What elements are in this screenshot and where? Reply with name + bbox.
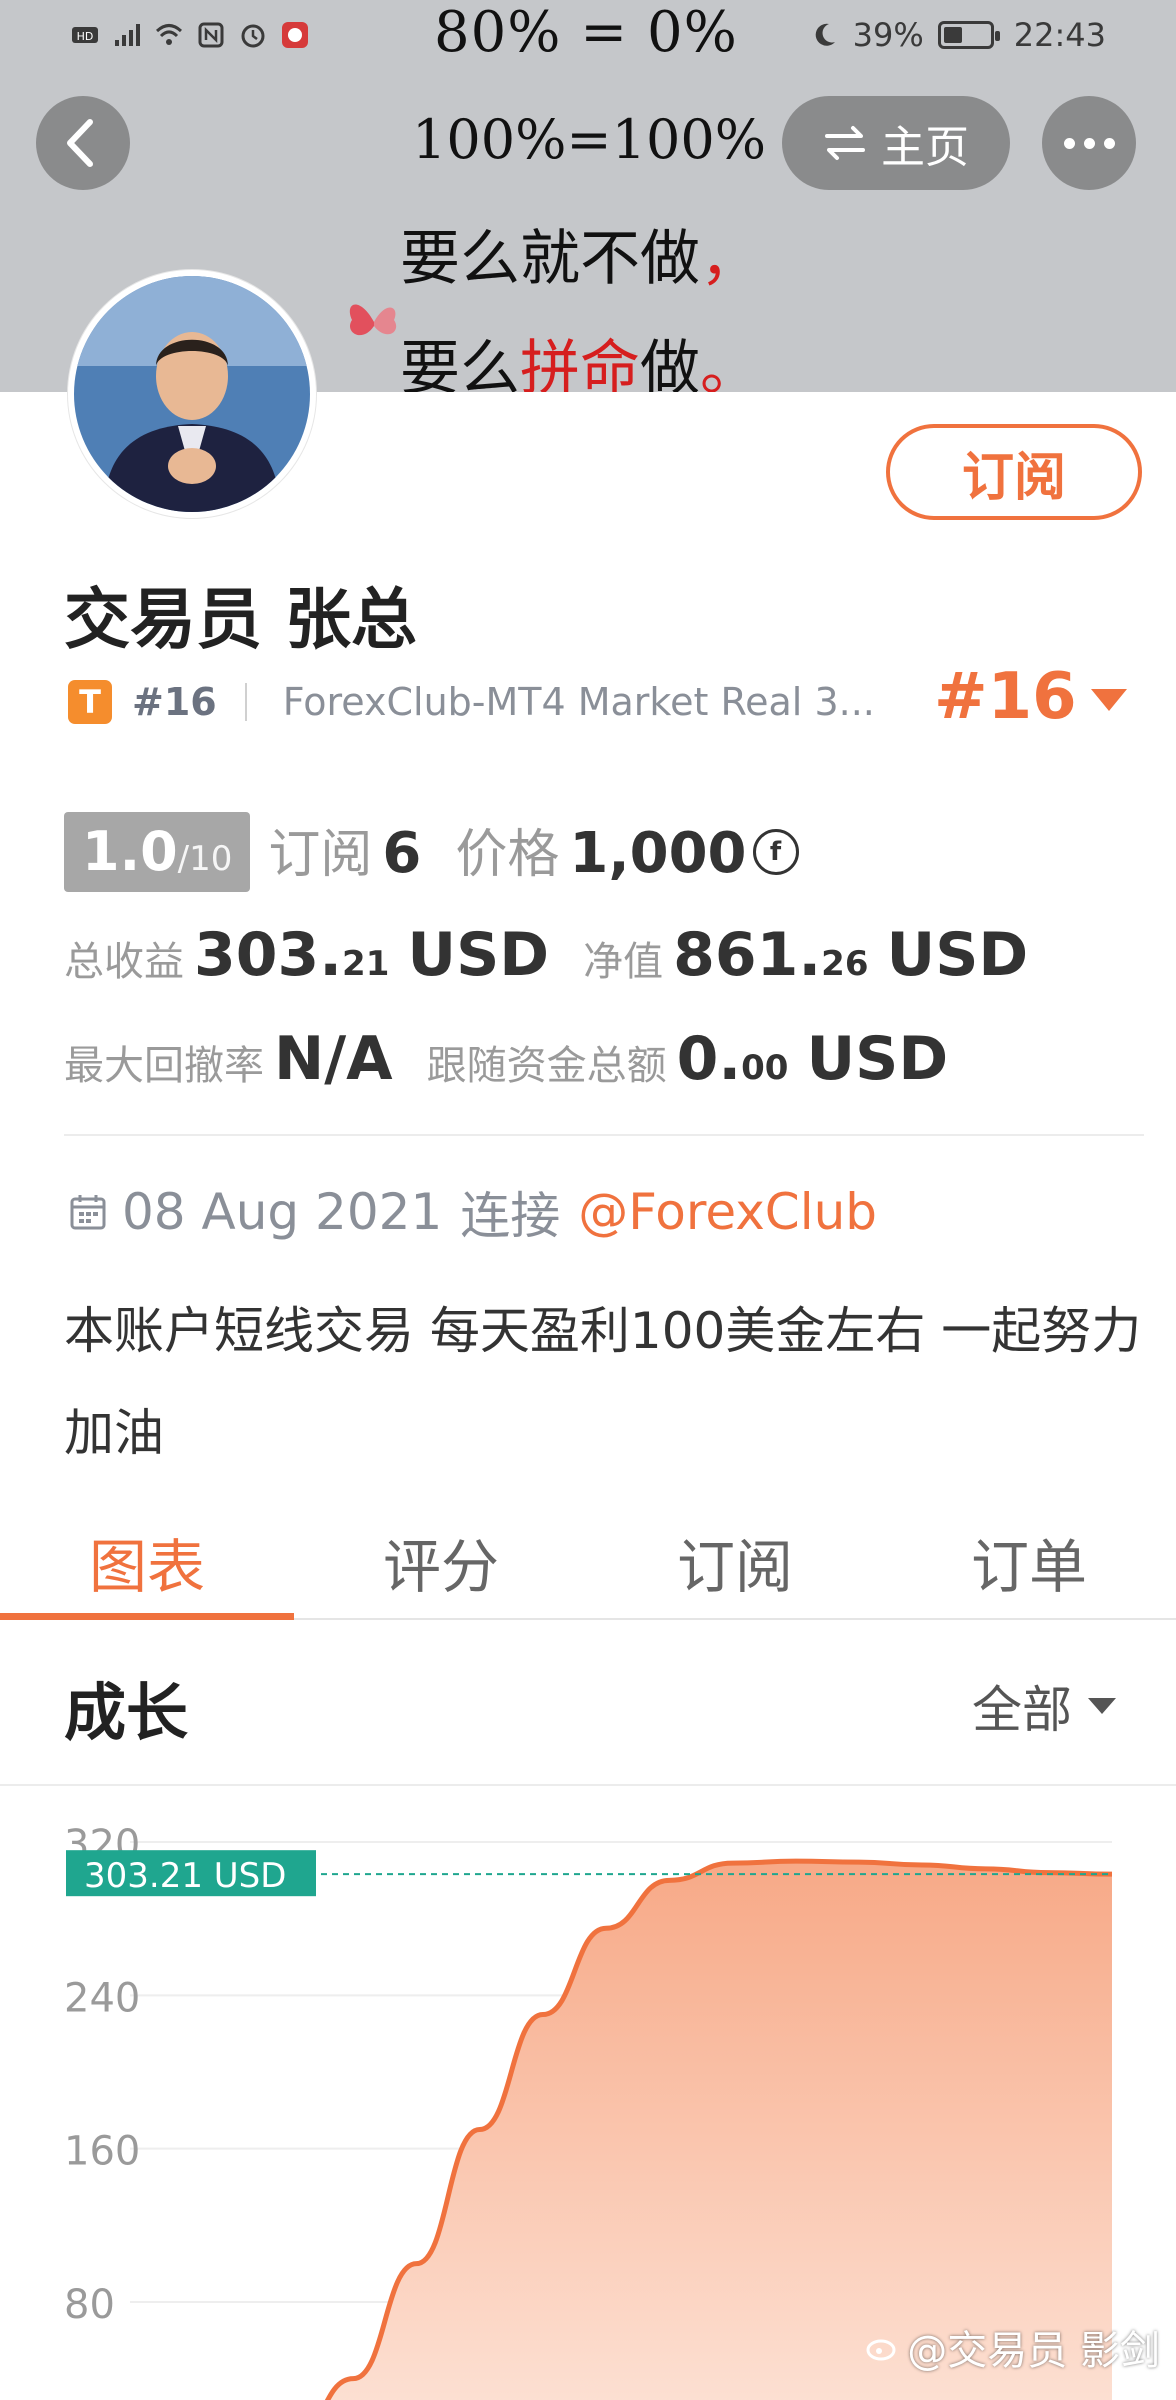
subscribers-value: 6 [382,821,422,886]
subscribers-label: 订阅 [268,825,373,885]
banner-line-3-punct: ， [700,224,760,294]
rank-dropdown[interactable]: #16 [934,660,1127,734]
price-value: 1,000 [569,821,747,886]
trader-name: 交易员 张总 [64,581,417,658]
tab-bar: 图表 评分 订阅 订单 [0,1500,1176,1620]
more-options-button[interactable] [1042,96,1136,190]
total-profit-value: 303.21 [194,920,389,990]
butterfly-icon [349,304,397,336]
score-denominator: /10 [177,839,233,879]
rank-small: #16 [132,680,217,724]
trader-type-badge: T [68,680,112,724]
growth-chart-svg: 32024016080303.21 USD [64,1822,1113,2400]
chevron-left-icon [67,119,93,167]
app-notification-icon [282,22,308,48]
banner-line-4: 要么拼命做。 [400,320,760,392]
back-button[interactable] [36,96,130,190]
total-profit-dec: 21 [342,944,390,984]
subscribe-button[interactable]: 订阅 [886,424,1142,520]
hd-icon: HD [72,27,98,43]
signal-icon [115,24,140,46]
banner-line-4-c: 做 [640,334,700,392]
tag-divider [244,683,247,721]
battery-percent: 39% [852,16,924,54]
max-drawdown-label: 最大回撤率 [64,1043,264,1089]
more-dot-icon [1063,137,1075,149]
tab-rating[interactable]: 评分 [294,1500,588,1618]
follow-funds-value: 0.00 [677,1024,789,1094]
broker-link[interactable]: @ForexClub [578,1183,877,1241]
trader-avatar[interactable] [68,270,316,518]
broker-account[interactable]: ForexClub-MT4 Market Real 3... [283,680,875,724]
tab-subscriptions[interactable]: 订阅 [588,1500,882,1618]
banner-line-2: 100%=100% [412,108,767,171]
total-profit-int: 303. [194,920,343,990]
equity-dec: 26 [821,944,869,984]
svg-text:HD: HD [77,30,94,43]
weibo-logo-icon [866,2339,896,2361]
follow-funds-int: 0. [676,1024,742,1094]
trader-tags: T #16 ForexClub-MT4 Market Real 3... [68,680,875,724]
y-tick-label: 160 [64,2129,140,2175]
nfc-icon [198,22,224,48]
more-dot-icon [1103,137,1115,149]
y-tick-label: 240 [64,1975,140,2021]
account-description: 本账户短线交易 每天盈利100美金左右 一起努力加油 [64,1302,1142,1462]
banner-line-4-a: 要么 [400,334,520,392]
caret-down-icon [1088,1698,1116,1714]
follow-funds-dec: 00 [741,1048,789,1088]
growth-chart: 320 240 160 80 303.21 USD @交易员 影剑 [0,1788,1176,2400]
wifi-icon [155,24,183,45]
caret-down-icon [1090,689,1127,711]
score-value: 1.0 [82,820,178,883]
equity-label: 净值 [583,939,664,985]
section-title: 成长 [64,1676,189,1749]
tab-orders[interactable]: 订单 [882,1500,1176,1618]
watermark: @交易员 影剑 [865,2318,1160,2376]
status-icons-left: HD [70,20,310,50]
stats-row-profit: 总收益 303.21 USD 净值 861.26 USD [64,920,1028,990]
moon-icon [815,23,835,46]
coin-icon: f [752,829,799,875]
y-tick-label: 80 [64,2282,115,2328]
divider [64,1134,1144,1136]
price-label: 价格 [455,825,560,885]
banner-line-3: 要么就不做， [400,210,760,297]
total-profit-unit: USD [407,920,550,990]
calendar-icon [70,1195,106,1230]
growth-section-header: 成长 全部 [0,1622,1176,1786]
banner-line-4-b: 拼命 [520,334,640,392]
equity-value: 861.26 [673,920,868,990]
follow-funds-label: 跟随资金总额 [426,1043,667,1089]
connect-date: 08 Aug 2021 [122,1183,443,1241]
battery-icon [937,21,1000,49]
rank-big-value: #16 [934,660,1077,734]
watermark-text: @交易员 影剑 [907,2328,1160,2374]
total-profit-label: 总收益 [64,939,184,985]
home-button-label: 主页 [881,122,969,173]
equity-int: 861. [673,920,822,990]
avatar-photo [74,276,310,512]
follow-funds-unit: USD [806,1024,949,1094]
alarm-icon [241,24,265,48]
score-badge: 1.0 /10 [64,812,251,892]
stats-row-score: 1.0 /10 订阅 6 价格 1,000 f [64,812,799,892]
current-value-label: 303.21 USD [84,1856,286,1896]
status-icons-right: 39% 22:43 [809,16,1106,54]
equity-unit: USD [886,920,1029,990]
tab-chart[interactable]: 图表 [0,1500,294,1620]
more-dot-icon [1083,137,1095,149]
connect-label: 连接 [460,1187,561,1245]
clock: 22:43 [1013,16,1106,54]
banner-line-1: 80% = 0% [434,0,738,65]
range-filter-dropdown[interactable]: 全部 [972,1670,1116,1742]
home-button[interactable]: 主页 [782,96,1010,190]
connection-info: 08 Aug 2021 连接 @ForexClub [68,1176,877,1248]
swap-icon [825,126,865,160]
banner-line-3-text: 要么就不做 [400,224,700,294]
range-filter-label: 全部 [972,1681,1072,1739]
banner-line-4-d: 。 [700,334,760,392]
stats-row-drawdown: 最大回撤率 N/A 跟随资金总额 0.00 USD [64,1024,948,1094]
max-drawdown-value: N/A [274,1024,393,1094]
